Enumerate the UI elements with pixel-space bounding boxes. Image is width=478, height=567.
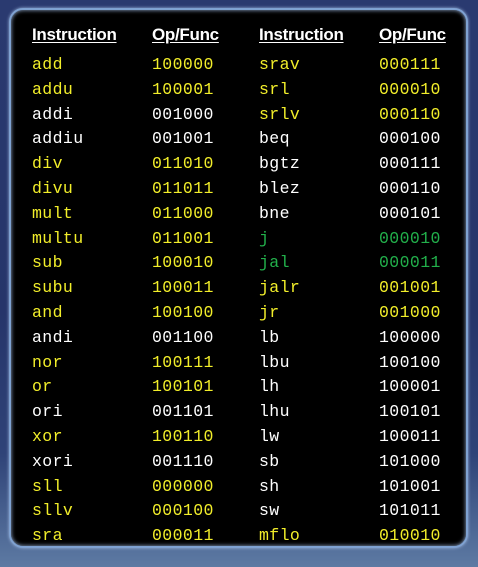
left-opfunc-cell-3: 001001 bbox=[152, 129, 214, 149]
left-opfunc-cell-13: 100101 bbox=[152, 377, 214, 397]
right-instruction-cell-8: jal bbox=[259, 253, 290, 273]
left-opfunc-header: Op/Func bbox=[152, 25, 219, 44]
right-opfunc-cell-12: 100100 bbox=[379, 352, 441, 372]
right-opfunc-cell-16: 101000 bbox=[379, 451, 441, 471]
right-instruction-cell-11: lb bbox=[259, 327, 280, 347]
opcode-table-panel: Instruction Op/Func Instruction Op/Func … bbox=[9, 8, 468, 548]
left-instruction-column: add addu addi addiu div divu mult multu sub subu a… bbox=[32, 53, 84, 549]
right-instruction-cell-0: srav bbox=[259, 55, 301, 74]
left-opfunc-cell-15: 100110 bbox=[152, 426, 214, 446]
right-instruction-cell-14: lhu bbox=[259, 402, 290, 422]
left-opfunc-cell-4: 011010 bbox=[152, 154, 214, 174]
left-opfunc-cell-0: 100000 bbox=[152, 55, 214, 74]
left-instruction-cell-18: sllv bbox=[32, 501, 74, 521]
left-opfunc-cell-10: 100100 bbox=[152, 302, 214, 322]
left-instruction-cell-15: xor bbox=[32, 426, 63, 446]
left-instruction-cell-16: xori bbox=[32, 451, 74, 471]
right-instruction-cell-15: lw bbox=[259, 426, 280, 446]
right-opfunc-cell-8: 000011 bbox=[379, 253, 441, 273]
right-instruction-cell-19: mflo bbox=[259, 526, 301, 546]
right-opfunc-column: 000111 000010 000110 000100 000111 000110 0001… bbox=[379, 53, 441, 549]
right-instruction-cell-2: srlv bbox=[259, 104, 301, 124]
left-instruction-cell-14: ori bbox=[32, 402, 63, 422]
table-header-row: Instruction Op/Func Instruction Op/Func bbox=[11, 10, 466, 46]
right-instruction-cell-7: j bbox=[259, 228, 270, 248]
left-instruction-cell-11: andi bbox=[32, 327, 74, 347]
right-opfunc-cell-3: 000100 bbox=[379, 129, 441, 149]
left-opfunc-cell-18: 000100 bbox=[152, 501, 214, 521]
right-instruction-cell-17: sh bbox=[259, 476, 280, 496]
right-opfunc-cell-17: 101001 bbox=[379, 476, 441, 496]
left-opfunc-cell-17: 000000 bbox=[152, 476, 214, 496]
right-instruction-cell-4: bgtz bbox=[259, 154, 301, 174]
left-instruction-cell-10: and bbox=[32, 302, 63, 322]
right-instruction-cell-12: lbu bbox=[259, 352, 290, 372]
left-instruction-cell-13: or bbox=[32, 377, 53, 397]
left-opfunc-cell-14: 001101 bbox=[152, 402, 214, 422]
left-opfunc-cell-7: 011001 bbox=[152, 228, 214, 248]
left-opfunc-cell-1: 100001 bbox=[152, 79, 214, 99]
left-instruction-header: Instruction bbox=[32, 25, 117, 44]
left-instruction-cell-7: multu bbox=[32, 228, 84, 248]
left-opfunc-column: 100000 100001 001000 001001 011010 011011 0110… bbox=[152, 53, 214, 549]
right-instruction-cell-9: jalr bbox=[259, 278, 301, 298]
right-opfunc-cell-5: 000110 bbox=[379, 178, 441, 198]
right-opfunc-cell-14: 100101 bbox=[379, 402, 441, 422]
left-instruction-cell-2: addi bbox=[32, 104, 74, 124]
left-opfunc-cell-5: 011011 bbox=[152, 178, 214, 198]
left-opfunc-cell-2: 001000 bbox=[152, 104, 214, 124]
left-instruction-cell-1: addu bbox=[32, 79, 74, 99]
right-opfunc-cell-18: 101011 bbox=[379, 501, 441, 521]
right-instruction-cell-6: bne bbox=[259, 203, 290, 223]
right-opfunc-cell-19: 010010 bbox=[379, 526, 441, 546]
right-instruction-cell-18: sw bbox=[259, 501, 280, 521]
left-instruction-cell-19: sra bbox=[32, 526, 63, 546]
left-instruction-cell-0: add bbox=[32, 55, 63, 74]
left-opfunc-cell-8: 100010 bbox=[152, 253, 214, 273]
left-opfunc-cell-19: 000011 bbox=[152, 526, 214, 546]
left-instruction-cell-3: addiu bbox=[32, 129, 84, 149]
right-opfunc-cell-10: 001000 bbox=[379, 302, 441, 322]
right-opfunc-cell-9: 001001 bbox=[379, 278, 441, 298]
right-instruction-cell-10: jr bbox=[259, 302, 280, 322]
left-instruction-cell-12: nor bbox=[32, 352, 63, 372]
right-opfunc-cell-2: 000110 bbox=[379, 104, 441, 124]
left-opfunc-cell-12: 100111 bbox=[152, 352, 214, 372]
right-opfunc-cell-7: 000010 bbox=[379, 228, 441, 248]
right-opfunc-cell-11: 100000 bbox=[379, 327, 441, 347]
left-instruction-cell-6: mult bbox=[32, 203, 74, 223]
left-opfunc-cell-16: 001110 bbox=[152, 451, 214, 471]
right-opfunc-cell-0: 000111 bbox=[379, 55, 441, 74]
left-instruction-cell-4: div bbox=[32, 154, 63, 174]
right-opfunc-header: Op/Func bbox=[379, 25, 446, 44]
right-instruction-cell-5: blez bbox=[259, 178, 301, 198]
left-instruction-cell-9: subu bbox=[32, 278, 74, 298]
left-instruction-cell-5: divu bbox=[32, 178, 74, 198]
left-opfunc-cell-9: 100011 bbox=[152, 278, 214, 298]
right-instruction-cell-13: lh bbox=[259, 377, 280, 397]
left-opfunc-cell-6: 011000 bbox=[152, 203, 214, 223]
right-opfunc-cell-6: 000101 bbox=[379, 203, 441, 223]
left-instruction-cell-8: sub bbox=[32, 253, 63, 273]
right-instruction-cell-3: beq bbox=[259, 129, 290, 149]
right-opfunc-cell-15: 100011 bbox=[379, 426, 441, 446]
right-instruction-column: srav srl srlv beq bgtz blez bne j jal jalr jr lb lbu… bbox=[259, 53, 300, 549]
left-instruction-cell-17: sll bbox=[32, 476, 63, 496]
right-instruction-cell-16: sb bbox=[259, 451, 280, 471]
left-opfunc-cell-11: 001100 bbox=[152, 327, 214, 347]
right-instruction-header: Instruction bbox=[259, 25, 344, 44]
right-opfunc-cell-1: 000010 bbox=[379, 79, 441, 99]
right-instruction-cell-1: srl bbox=[259, 79, 290, 99]
right-opfunc-cell-4: 000111 bbox=[379, 154, 441, 174]
right-opfunc-cell-13: 100001 bbox=[379, 377, 441, 397]
